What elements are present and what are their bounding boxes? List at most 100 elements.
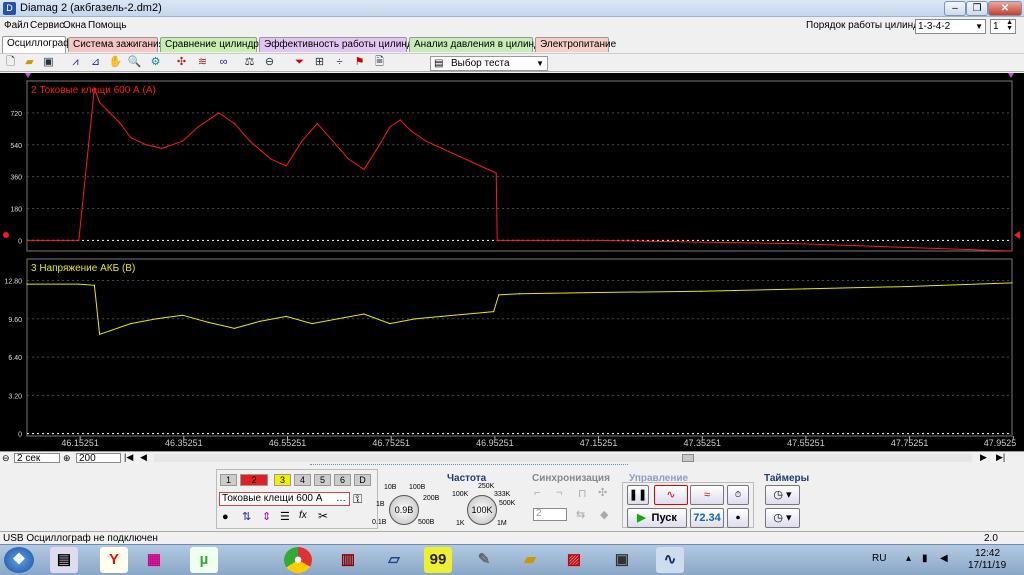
probe-icon[interactable]: ● xyxy=(222,511,229,523)
maximize-button[interactable]: ❐ xyxy=(966,1,988,16)
timer-2-button[interactable]: ◷ ▾ xyxy=(765,508,800,528)
marker-icon[interactable]: ⚑ xyxy=(352,55,367,70)
folder-icon[interactable]: ▰ xyxy=(516,547,544,573)
scroll-track[interactable] xyxy=(154,454,972,462)
yandex-browser-icon[interactable]: Y xyxy=(100,547,128,573)
timer-1-button[interactable]: ◷ ▾ xyxy=(765,485,800,505)
test-select[interactable]: ▤ Выбор теста ▼ xyxy=(430,56,548,71)
diamag-taskbar-icon[interactable]: ∿ xyxy=(656,547,684,573)
frequency-knob[interactable]: 100K xyxy=(467,495,497,525)
scroll-left-icon[interactable]: ◀ xyxy=(140,452,147,463)
scroll-start-icon[interactable]: |◀ xyxy=(124,452,133,463)
close-button[interactable]: ✕ xyxy=(988,1,1022,16)
language-indicator[interactable]: RU xyxy=(872,553,886,564)
sync-marker-icon[interactable]: ◆ xyxy=(600,508,608,521)
start-button[interactable]: ▶ Пуск xyxy=(627,508,687,528)
tray-arrow-icon[interactable]: ▴ xyxy=(906,553,911,564)
cube-app-icon[interactable]: ▦ xyxy=(140,547,168,573)
network-icon[interactable]: ▮ xyxy=(922,553,928,564)
waves-icon[interactable]: ≋ xyxy=(195,55,210,70)
tab-oscilloscope[interactable]: Осциллограф xyxy=(2,36,71,53)
save-icon[interactable]: ▣ xyxy=(41,55,56,70)
auto-record-button[interactable]: ⏺ xyxy=(727,508,749,528)
noise-mode-button[interactable]: ≈ xyxy=(690,485,724,505)
utorrent-icon[interactable]: µ xyxy=(190,547,218,573)
filter-icon[interactable]: ⊖ xyxy=(262,55,277,70)
scroll-right-icon[interactable]: ▶ xyxy=(980,452,987,463)
pdf-icon[interactable]: ▨ xyxy=(560,547,588,573)
cursor-b-icon[interactable]: ⊿ xyxy=(88,55,103,70)
channel-1-button[interactable]: 1 xyxy=(220,474,237,486)
scale-icon[interactable]: ⚖ xyxy=(242,55,257,70)
auto-button[interactable]: ⏱ xyxy=(727,485,749,505)
volume-icon[interactable]: ◀ xyxy=(940,553,948,564)
sync-fall-icon[interactable]: ¬ xyxy=(556,487,562,499)
sync-rise-icon[interactable]: ⌐ xyxy=(534,487,540,499)
time-scale-select[interactable]: 2 сек xyxy=(14,453,60,464)
minimize-button[interactable]: – xyxy=(944,1,966,16)
tab-ignition[interactable]: Система зажигания xyxy=(68,37,164,52)
new-file-icon[interactable]: 🗋 xyxy=(3,55,18,70)
tab-power[interactable]: Электропитание xyxy=(535,37,616,52)
paint-icon[interactable]: ✎ xyxy=(470,547,498,573)
window-app-icon[interactable]: ▣ xyxy=(608,547,636,573)
hand-icon[interactable]: ✋ xyxy=(108,55,123,70)
pause-button[interactable]: ❚❚ xyxy=(627,485,649,505)
channel-4-button[interactable]: 4 xyxy=(294,474,311,486)
function-icon[interactable]: fx xyxy=(299,510,307,521)
scroll-thumb[interactable] xyxy=(682,454,694,462)
table-icon[interactable]: ⊞ xyxy=(312,55,327,70)
start-menu-icon[interactable]: ❖ xyxy=(4,547,34,573)
measure-icon[interactable]: ⚙ xyxy=(148,55,163,70)
voltage-knob[interactable]: 0.9В xyxy=(389,495,419,525)
lines-icon[interactable]: ☰ xyxy=(280,510,290,523)
tab-pressure-analysis[interactable]: Анализ давления в цилиндре xyxy=(409,37,551,52)
lissajous-icon[interactable]: ∞ xyxy=(216,55,231,70)
sync-pulse-icon[interactable]: ⊓ xyxy=(578,487,587,500)
winrar-icon[interactable]: ▥ xyxy=(334,547,362,573)
tab-cylinder-efficiency[interactable]: Эффективность работы цилиндров xyxy=(259,37,429,52)
trigger-left-marker[interactable] xyxy=(25,73,31,78)
sensor-settings-icon[interactable]: ⚿ xyxy=(353,492,362,507)
channel-5-button[interactable]: 5 xyxy=(314,474,331,486)
explorer-icon[interactable]: ▤ xyxy=(50,547,78,573)
divider-icon[interactable]: ÷ xyxy=(332,55,347,70)
zoom-icon[interactable]: 🔍 xyxy=(127,55,142,70)
updown-icon[interactable]: ⇕ xyxy=(262,510,271,523)
sync-channel-select[interactable]: 2 xyxy=(533,508,567,521)
trigger-right-marker[interactable] xyxy=(1008,73,1014,78)
notes-icon[interactable]: 🗎 xyxy=(372,55,387,70)
cylinder-spinner[interactable]: 1 ▲ ▼ xyxy=(990,19,1016,34)
menu-help[interactable]: Помощь xyxy=(88,20,127,31)
open-folder-icon[interactable]: ▰ xyxy=(22,55,37,70)
level-marker-current[interactable] xyxy=(1014,231,1020,239)
filter-red-icon[interactable]: ⏷ xyxy=(292,55,307,70)
chrome-icon[interactable]: ● xyxy=(284,547,312,573)
sensor-select[interactable]: Токовые клещи 600 А… xyxy=(219,492,350,506)
channel-3-button[interactable]: 3 xyxy=(274,474,291,486)
cylinder-order-select[interactable]: 1-3-4-2 ▼ xyxy=(915,19,986,34)
channel-d-button[interactable]: D xyxy=(354,474,371,486)
cursor-a-icon[interactable]: ⩘ xyxy=(68,55,83,70)
notepad-icon[interactable]: ▱ xyxy=(380,547,408,573)
points-select[interactable]: 200 xyxy=(76,453,121,464)
menu-file[interactable]: Файл xyxy=(4,20,29,31)
zero-marker-current[interactable] xyxy=(3,232,9,238)
split-icon[interactable]: ✣ xyxy=(174,55,189,70)
current-data-point xyxy=(119,122,121,125)
menu-service[interactable]: Сервис xyxy=(30,20,64,31)
sync-level-icon[interactable]: ⇆ xyxy=(576,508,585,521)
sync-auto-icon[interactable]: ✣ xyxy=(598,486,607,499)
current-data-point xyxy=(700,241,702,243)
channel-6-button[interactable]: 6 xyxy=(334,474,351,486)
status-right: 2.0 xyxy=(984,533,998,544)
ninetynine-app-icon[interactable]: 99 xyxy=(424,547,452,573)
sine-mode-button[interactable]: ∿ xyxy=(654,485,688,505)
tab-cylinder-compare[interactable]: Сравнение цилиндров xyxy=(160,37,270,52)
tools-icon[interactable]: ✂ xyxy=(318,509,328,523)
oscilloscope-panel[interactable]: 720 540 360 180 0 2 Токовые клещи 600 А (А) 1… xyxy=(0,73,1024,451)
scroll-end-icon[interactable]: ▶| xyxy=(996,452,1005,463)
channel-2-button[interactable]: 2 xyxy=(240,474,268,486)
invert-icon[interactable]: ⇅ xyxy=(242,510,251,523)
menu-windows[interactable]: Окна xyxy=(63,20,86,31)
